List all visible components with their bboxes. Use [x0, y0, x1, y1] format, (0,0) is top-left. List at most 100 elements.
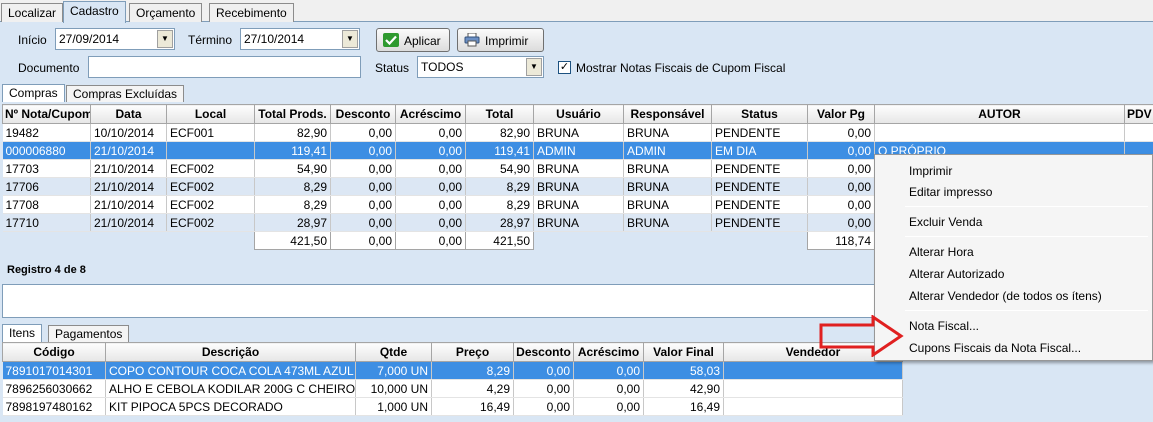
- cell: 58,03: [643, 361, 724, 380]
- tab-compras-excluidas[interactable]: Compras Excluídas: [66, 85, 185, 102]
- col-header[interactable]: Desconto: [330, 104, 396, 124]
- cell: PENDENTE: [711, 195, 808, 214]
- valor-pg-sum: 118,74: [807, 231, 875, 250]
- menu-item-imprimir[interactable]: Imprimir: [909, 164, 952, 178]
- cupom-fiscal-checkbox[interactable]: ✓: [558, 61, 571, 74]
- cell: 21/10/2014: [90, 177, 167, 196]
- table-row-selected[interactable]: 7891017014301 COPO CONTOUR COCA COLA 473…: [2, 361, 903, 380]
- desconto-sum: 0,00: [330, 231, 396, 250]
- tab-localizar[interactable]: Localizar: [1, 3, 64, 22]
- col-header[interactable]: Qtde: [355, 342, 432, 362]
- chevron-down-icon[interactable]: ▼: [526, 58, 542, 76]
- documento-input[interactable]: [88, 56, 361, 78]
- cell: 16,49: [431, 397, 514, 416]
- tab-compras[interactable]: Compras: [2, 84, 65, 102]
- cell: 21/10/2014: [90, 213, 167, 232]
- col-header[interactable]: Valor Final: [643, 342, 724, 362]
- cell: 8,29: [254, 177, 331, 196]
- cell: 10,000 UN: [355, 379, 432, 398]
- cell: BRUNA: [623, 177, 712, 196]
- cell: BRUNA: [533, 159, 624, 178]
- cell: 0,00: [513, 397, 574, 416]
- cell: 0,00: [573, 397, 644, 416]
- cell: 119,41: [465, 141, 534, 160]
- col-header[interactable]: Código: [2, 342, 106, 362]
- cell: 0,00: [513, 379, 574, 398]
- print-button[interactable]: Imprimir: [457, 28, 544, 52]
- cell: 7898197480162: [2, 397, 106, 416]
- cell: BRUNA: [623, 213, 712, 232]
- table-row[interactable]: 7898197480162 KIT PIPOCA 5PCS DECORADO 1…: [2, 397, 903, 416]
- chevron-down-icon[interactable]: ▼: [157, 30, 173, 48]
- menu-item-excluir-venda[interactable]: Excluir Venda: [909, 215, 982, 229]
- cell: 0,00: [330, 141, 396, 160]
- inicio-label: Início: [18, 33, 47, 47]
- tab-itens[interactable]: Itens: [2, 324, 43, 342]
- cell: 19482: [2, 123, 91, 142]
- menu-item-alterar-hora[interactable]: Alterar Hora: [909, 245, 974, 259]
- table-row[interactable]: 19482 10/10/2014 ECF001 82,90 0,00 0,00 …: [2, 123, 1153, 142]
- cell: BRUNA: [533, 213, 624, 232]
- tab-recebimento[interactable]: Recebimento: [209, 3, 294, 22]
- cell: PENDENTE: [711, 123, 808, 142]
- col-header[interactable]: AUTOR: [874, 104, 1125, 124]
- cell: 0,00: [330, 213, 396, 232]
- apply-label: Aplicar: [404, 34, 441, 48]
- col-header[interactable]: Responsável: [623, 104, 712, 124]
- cell: 1,000 UN: [355, 397, 432, 416]
- cell: 16,49: [643, 397, 724, 416]
- inicio-date-value: 27/09/2014: [59, 32, 120, 46]
- cell: 119,41: [254, 141, 331, 160]
- col-header[interactable]: Total: [465, 104, 534, 124]
- col-header[interactable]: Valor Pg: [807, 104, 875, 124]
- col-header[interactable]: Acréscimo: [573, 342, 644, 362]
- menu-item-alterar-autorizado[interactable]: Alterar Autorizado: [909, 267, 1004, 281]
- col-header[interactable]: Usuário: [533, 104, 624, 124]
- cell: 0,00: [807, 177, 875, 196]
- inicio-date-field[interactable]: 27/09/2014 ▼: [55, 28, 175, 50]
- col-header[interactable]: PDV: [1124, 104, 1153, 124]
- col-header[interactable]: Local: [166, 104, 255, 124]
- menu-item-cupons-fiscais[interactable]: Cupons Fiscais da Nota Fiscal...: [909, 341, 1081, 355]
- apply-button[interactable]: Aplicar: [376, 28, 450, 52]
- col-header[interactable]: Acréscimo: [395, 104, 466, 124]
- cell: [623, 231, 712, 250]
- cell: 17703: [2, 159, 91, 178]
- col-header[interactable]: Status: [711, 104, 808, 124]
- cell: [166, 141, 255, 160]
- col-header[interactable]: Nº Nota/Cupom: [2, 104, 91, 124]
- menu-item-nota-fiscal[interactable]: Nota Fiscal...: [909, 319, 979, 333]
- cell: BRUNA: [533, 177, 624, 196]
- purchase-tab-bar: Compras Compras Excluídas: [0, 84, 1153, 102]
- table-row[interactable]: 7896256030662 ALHO E CEBOLA KODILAR 200G…: [2, 379, 903, 398]
- cell: ECF001: [166, 123, 255, 142]
- cell: 54,90: [254, 159, 331, 178]
- cell: [90, 231, 167, 250]
- cell: [1124, 123, 1153, 142]
- col-header[interactable]: Data: [90, 104, 167, 124]
- cell: [711, 231, 808, 250]
- cell: 0,00: [395, 195, 466, 214]
- cell: [2, 231, 91, 250]
- cell: 0,00: [807, 159, 875, 178]
- cell: BRUNA: [533, 195, 624, 214]
- tab-pagamentos[interactable]: Pagamentos: [48, 325, 130, 342]
- col-header[interactable]: Desconto: [513, 342, 574, 362]
- cell: BRUNA: [623, 159, 712, 178]
- purchases-header-row: Nº Nota/Cupom Data Local Total Prods. De…: [2, 104, 1153, 124]
- col-header[interactable]: Total Prods.: [254, 104, 331, 124]
- cell: [723, 379, 903, 398]
- col-header[interactable]: Descrição: [105, 342, 356, 362]
- cell: EM DIA: [711, 141, 808, 160]
- context-menu: Imprimir Editar impresso Excluir Venda A…: [874, 154, 1153, 361]
- menu-item-editar-impresso[interactable]: Editar impresso: [909, 185, 992, 199]
- cell: 21/10/2014: [90, 195, 167, 214]
- chevron-down-icon[interactable]: ▼: [342, 30, 358, 48]
- termino-date-field[interactable]: 27/10/2014 ▼: [240, 28, 360, 50]
- status-select[interactable]: TODOS ▼: [417, 56, 544, 78]
- col-header[interactable]: Preço: [431, 342, 514, 362]
- menu-item-alterar-vendedor[interactable]: Alterar Vendedor (de todos os ítens): [909, 289, 1102, 303]
- tab-cadastro[interactable]: Cadastro: [63, 1, 126, 23]
- cell: 8,29: [465, 195, 534, 214]
- tab-orcamento[interactable]: Orçamento: [129, 3, 203, 22]
